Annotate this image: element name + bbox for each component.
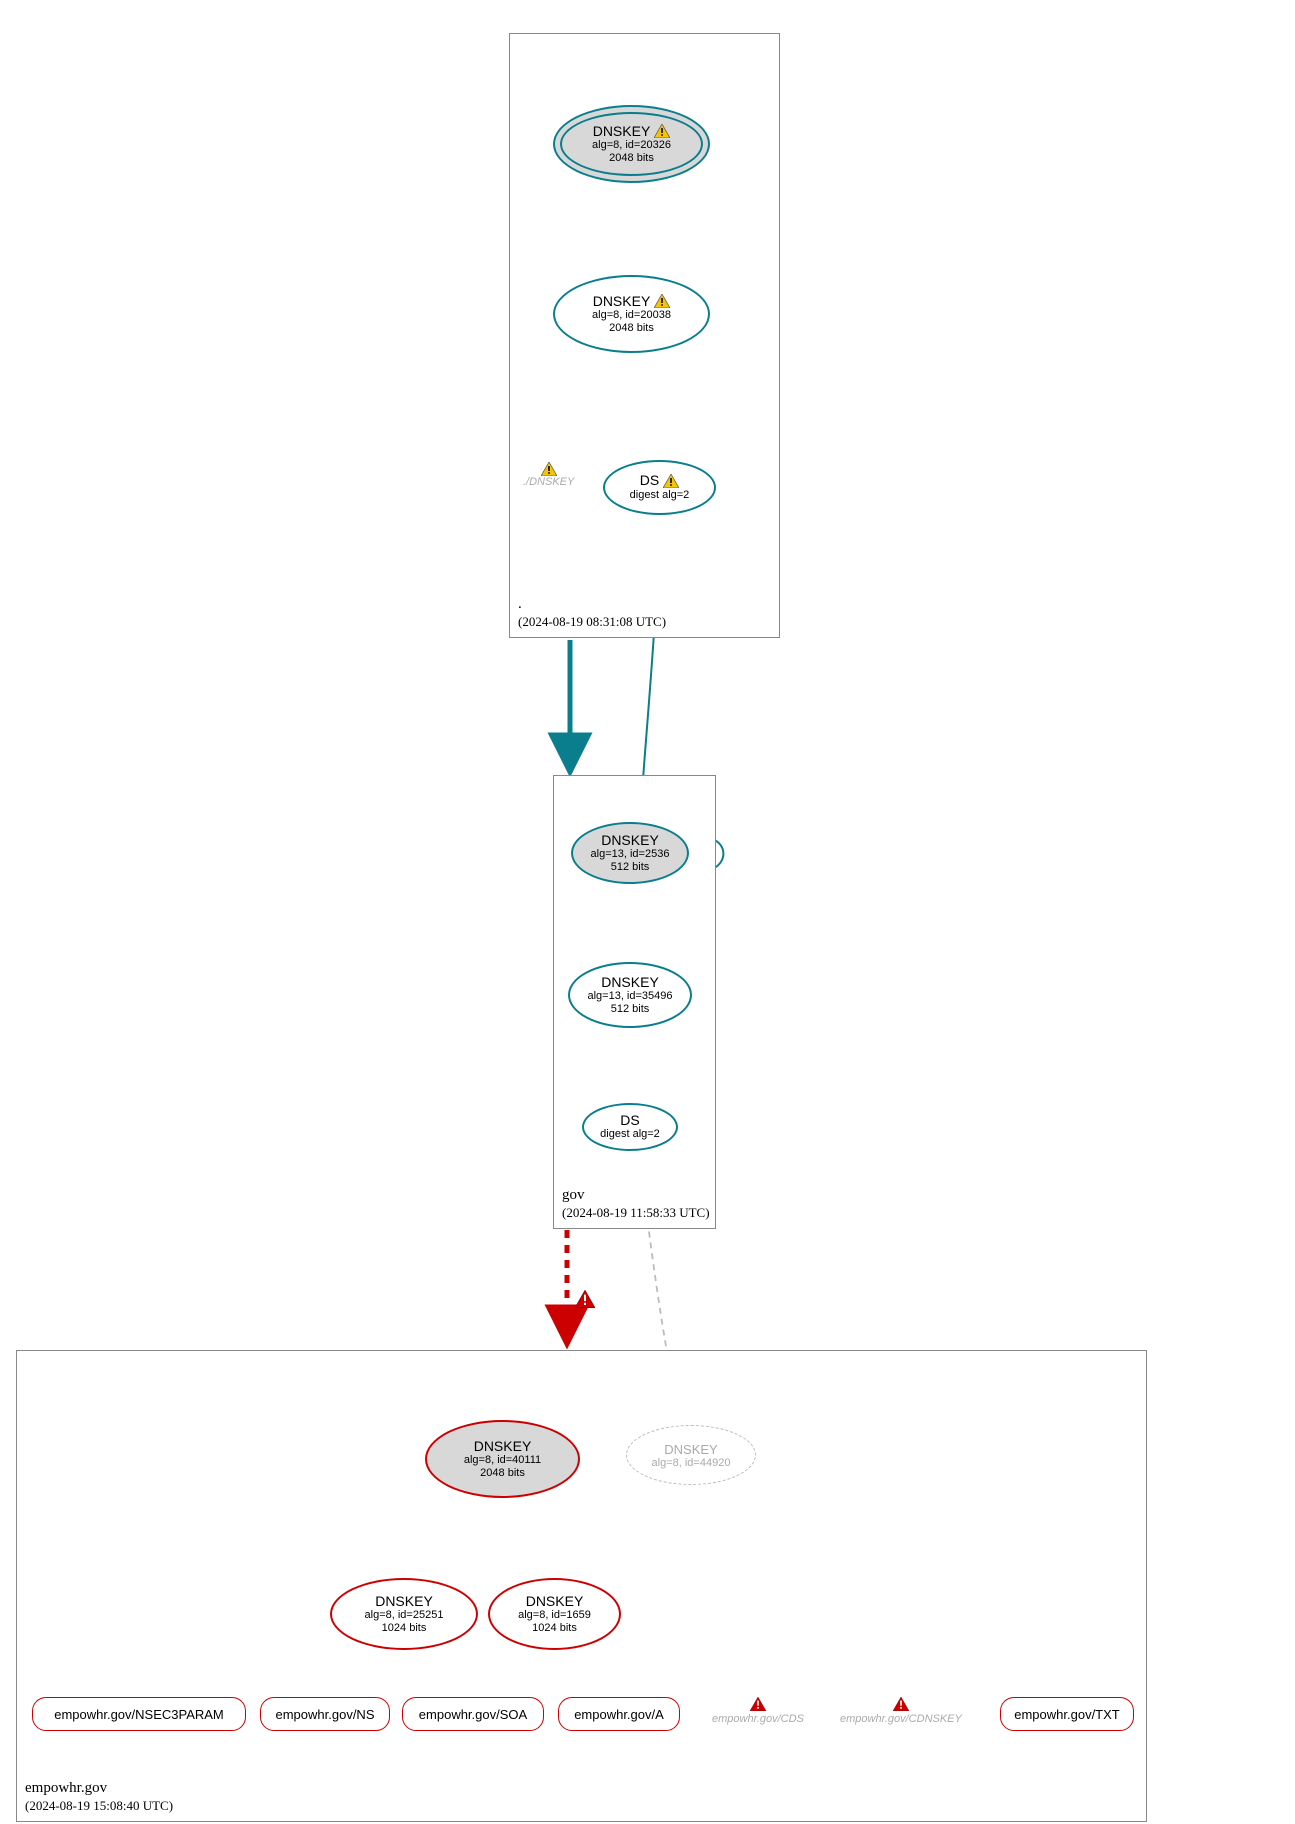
rr-a[interactable]: empowhr.gov/A (558, 1697, 680, 1731)
node-sub1: alg=8, id=1659 (518, 1609, 591, 1622)
zone-timestamp: (2024-08-19 11:58:33 UTC) (562, 1205, 710, 1222)
node-sub1: alg=8, id=25251 (365, 1609, 444, 1622)
zone-root-label: . (2024-08-19 08:31:08 UTC) (518, 595, 666, 631)
zone-timestamp: (2024-08-19 15:08:40 UTC) (25, 1798, 173, 1815)
warning-icon (654, 294, 670, 308)
err-cds: empowhr.gov/CDS (712, 1697, 804, 1725)
node-sub1: alg=8, id=40111 (464, 1454, 541, 1467)
node-emp-ghost[interactable]: DNSKEY alg=8, id=44920 (626, 1425, 756, 1485)
node-root-ksk[interactable]: DNSKEY alg=8, id=20326 2048 bits (553, 105, 710, 183)
node-title: DS (640, 473, 679, 488)
zone-empowhr-label: empowhr.gov (2024-08-19 15:08:40 UTC) (25, 1779, 173, 1815)
node-title: DNSKEY (375, 1594, 433, 1609)
node-sub2: 1024 bits (532, 1622, 577, 1635)
rr-ns[interactable]: empowhr.gov/NS (260, 1697, 390, 1731)
node-sub2: 512 bits (611, 1003, 650, 1016)
error-icon (750, 1697, 766, 1711)
node-sub1: digest alg=2 (630, 489, 690, 502)
node-emp-ksk[interactable]: DNSKEY alg=8, id=40111 2048 bits (425, 1420, 580, 1498)
node-sub1: alg=13, id=2536 (591, 848, 670, 861)
rr-label: empowhr.gov/SOA (419, 1707, 527, 1722)
warning-icon (654, 124, 670, 138)
err-label: empowhr.gov/CDS (712, 1713, 804, 1725)
zone-name: empowhr.gov (25, 1779, 173, 1799)
zone-name: gov (562, 1186, 710, 1206)
node-title: DNSKEY (601, 833, 659, 848)
node-sub1: digest alg=2 (600, 1128, 660, 1141)
node-emp-zsk1[interactable]: DNSKEY alg=8, id=25251 1024 bits (330, 1578, 478, 1650)
error-icon (575, 1290, 595, 1308)
node-gov-ds[interactable]: DS digest alg=2 (582, 1103, 678, 1151)
node-root-zsk[interactable]: DNSKEY alg=8, id=20038 2048 bits (553, 275, 710, 353)
node-sub2: 512 bits (611, 861, 650, 874)
node-title: DNSKEY (526, 1594, 584, 1609)
node-sub2: 1024 bits (382, 1622, 427, 1635)
warning-icon (541, 462, 557, 476)
node-sub1: alg=8, id=20326 (592, 139, 671, 152)
node-gov-ksk[interactable]: DNSKEY alg=13, id=2536 512 bits (571, 822, 689, 884)
rr-label: empowhr.gov/NS (276, 1707, 375, 1722)
rr-nsec3param[interactable]: empowhr.gov/NSEC3PARAM (32, 1697, 246, 1731)
error-icon (893, 1697, 909, 1711)
node-root-ds[interactable]: DS digest alg=2 (603, 460, 716, 515)
warning-icon (663, 474, 679, 488)
rr-txt[interactable]: empowhr.gov/TXT (1000, 1697, 1134, 1731)
node-sub2: 2048 bits (480, 1467, 525, 1480)
node-sub2: 2048 bits (609, 152, 654, 165)
rr-label: empowhr.gov/A (574, 1707, 664, 1722)
rr-label: empowhr.gov/NSEC3PARAM (54, 1707, 224, 1722)
zone-timestamp: (2024-08-19 08:31:08 UTC) (518, 614, 666, 631)
node-title: DNSKEY (474, 1439, 532, 1454)
err-cdnskey: empowhr.gov/CDNSKEY (840, 1697, 962, 1725)
node-title: DS (620, 1113, 639, 1128)
node-emp-zsk2[interactable]: DNSKEY alg=8, id=1659 1024 bits (488, 1578, 621, 1650)
root-dnskey-placeholder: ./DNSKEY (523, 462, 574, 488)
node-title: DNSKEY (664, 1442, 717, 1457)
placeholder-label: ./DNSKEY (523, 476, 574, 488)
node-sub1: alg=13, id=35496 (587, 990, 672, 1003)
rr-label: empowhr.gov/TXT (1014, 1707, 1120, 1722)
zone-name: . (518, 595, 666, 615)
node-title: DNSKEY (601, 975, 659, 990)
node-sub1: alg=8, id=20038 (592, 309, 671, 322)
node-sub1: alg=8, id=44920 (652, 1457, 731, 1469)
node-title: DNSKEY (593, 294, 671, 309)
zone-gov-label: gov (2024-08-19 11:58:33 UTC) (562, 1186, 710, 1222)
node-sub2: 2048 bits (609, 322, 654, 335)
node-title: DNSKEY (593, 124, 671, 139)
node-gov-zsk[interactable]: DNSKEY alg=13, id=35496 512 bits (568, 962, 692, 1028)
rr-soa[interactable]: empowhr.gov/SOA (402, 1697, 544, 1731)
err-label: empowhr.gov/CDNSKEY (840, 1713, 962, 1725)
dnssec-diagram: . (2024-08-19 08:31:08 UTC) gov (2024-08… (0, 0, 1295, 1824)
